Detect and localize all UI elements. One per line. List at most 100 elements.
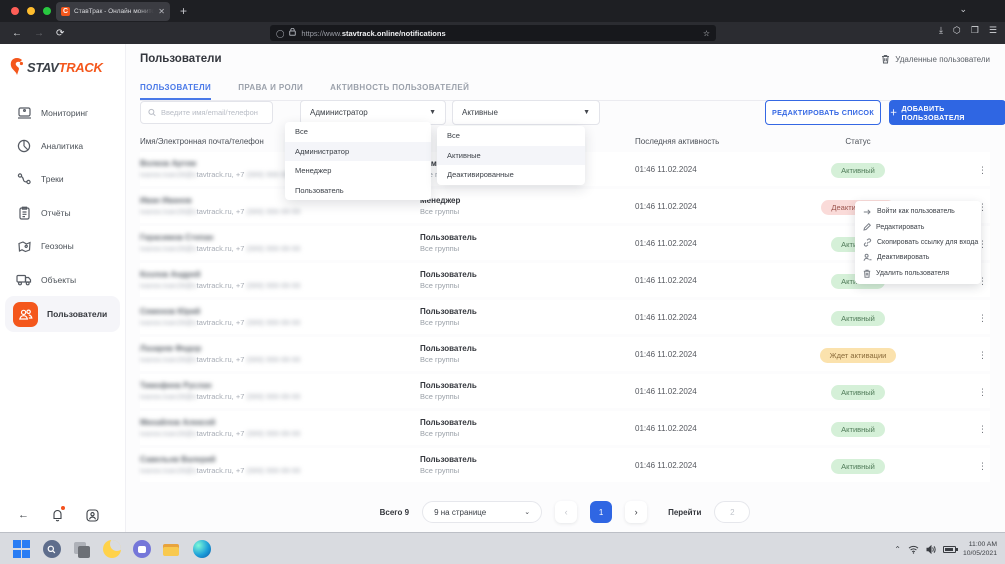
menu-hamburger-icon[interactable]: ☰ [989,25,997,36]
role-option[interactable]: Менеджер [285,161,431,181]
forward-icon[interactable]: → [34,28,44,39]
tab-3[interactable]: АКТИВНОСТЬ ПОЛЬЗОВАТЕЛЕЙ [330,78,469,100]
volume-icon[interactable] [926,545,936,554]
pencil-icon [863,223,871,231]
deactivate-user-icon [863,253,872,262]
last-activity: 01:46 11.02.2024 [635,276,810,285]
context-menu-item[interactable]: Удалить пользователя [855,266,981,281]
deleted-users-link[interactable]: Удаленные пользователи [881,54,990,64]
status-option[interactable]: Деактивированные [437,165,585,185]
tab-title: СтавТрак - Онлайн мониторинг [74,8,154,15]
status-option[interactable]: Все [437,126,585,146]
column-header-activity: Последняя активность [635,137,810,146]
user-groups: Все группы [420,355,635,364]
context-menu-item[interactable]: Войти как пользователь [855,204,981,219]
prev-page-button[interactable]: ‹ [555,501,577,523]
sidebar-item-2[interactable]: Аналитика [0,129,125,162]
status-badge: Активный [831,422,885,437]
file-explorer-icon[interactable] [162,540,181,559]
sidebar-item-3[interactable]: Треки [0,163,125,196]
row-kebab-menu-icon[interactable]: ⋮ [978,424,987,434]
search-input[interactable] [161,108,265,117]
taskbar-search-icon[interactable] [42,540,61,559]
row-kebab-menu-icon[interactable]: ⋮ [978,387,987,397]
minimize-window-button[interactable] [27,7,35,15]
downloads-icon[interactable]: ⤓ [939,25,943,36]
user-role: Пользователь [420,418,635,427]
row-kebab-menu-icon[interactable]: ⋮ [978,313,987,323]
next-page-button[interactable]: › [625,501,647,523]
collapse-sidebar-icon[interactable]: ← [18,509,29,521]
bookmark-star-icon[interactable]: ☆ [703,29,710,38]
extensions-icon[interactable]: ⬡ [953,25,961,36]
user-email-phone: ivanov.ivan26@stavtrack.ru, +7 (999) 999… [140,355,420,364]
sidebar-bottom-bar: ← [18,508,99,522]
last-activity: 01:46 11.02.2024 [635,461,810,470]
zoom-window-button[interactable] [43,7,51,15]
new-tab-button[interactable]: + [180,3,187,19]
notifications-bell-icon[interactable] [51,508,64,522]
back-icon[interactable]: ← [12,28,22,39]
battery-icon[interactable] [943,546,956,553]
context-menu-item[interactable]: Скопировать ссылку для входа [855,235,981,250]
edit-list-button[interactable]: РЕДАКТИРОВАТЬ СПИСОК [765,100,881,125]
firefox-nightly-icon[interactable] [102,540,121,559]
goto-page-label: Перейти [668,508,701,517]
user-name: Михайлов Алексей [140,418,420,427]
user-role: Пользователь [420,307,635,316]
per-page-select[interactable]: 9 на странице ⌄ [422,501,542,523]
row-kebab-menu-icon[interactable]: ⋮ [978,350,987,360]
sidebar-item-1[interactable]: Мониторинг [0,96,125,129]
sidebar-panel-icon[interactable]: ❐ [971,25,979,36]
add-user-button[interactable]: ＋ ДОБАВИТЬ ПОЛЬЗОВАТЕЛЯ [889,100,1005,125]
reload-icon[interactable]: ⟳ [56,28,64,39]
sidebar-item-4[interactable]: Отчёты [0,196,125,229]
tray-chevron-icon[interactable]: ⌃ [894,545,901,554]
sidebar-item-label: Мониторинг [41,108,88,118]
window-controls[interactable] [11,7,51,15]
row-kebab-menu-icon[interactable]: ⋮ [978,461,987,471]
windows-start-icon[interactable] [12,540,31,559]
browser-tab[interactable]: С СтавТрак - Онлайн мониторинг ✕ [56,2,170,21]
tab-close-icon[interactable]: ✕ [158,7,165,16]
user-name: Тимофеев Руслан [140,381,420,390]
edge-browser-icon[interactable] [192,540,211,559]
user-name: Савельев Валерий [140,455,420,464]
user-email-phone: ivanov.ivan26@stavtrack.ru, +7 (999) 999… [140,207,420,216]
site-favicon-icon: С [61,7,70,16]
sidebar-item-5[interactable]: Геозоны [0,230,125,263]
current-page-button[interactable]: 1 [590,501,612,523]
chat-teams-icon[interactable] [132,540,151,559]
role-option[interactable]: Пользователь [285,181,431,201]
clock[interactable]: 11:00 AM 10/05/2021 [963,540,997,558]
sidebar-item-7[interactable]: Пользователи [5,296,120,332]
analytics-icon [16,138,32,154]
status-filter-select[interactable]: Активные ▼ [452,100,600,125]
shield-icon[interactable]: ◯ [276,29,284,38]
task-view-icon[interactable] [72,540,91,559]
tab-1[interactable]: ПОЛЬЗОВАТЕЛИ [140,78,211,100]
context-menu-item[interactable]: Редактировать [855,219,981,234]
role-option[interactable]: Администратор [285,142,431,162]
last-activity: 01:46 11.02.2024 [635,239,810,248]
context-menu-item[interactable]: Деактивировать [855,250,981,265]
chevron-down-icon[interactable]: ⌄ [959,4,967,15]
role-option[interactable]: Все [285,122,431,142]
stavtrack-logo[interactable]: STAVTRACK [9,57,103,77]
status-option[interactable]: Активные [437,146,585,166]
profile-icon[interactable] [86,509,99,522]
sidebar-item-6[interactable]: Объекты [0,263,125,296]
url-bar[interactable]: ◯ https://www.stavtrack.online/notificat… [270,25,716,41]
tab-2[interactable]: ПРАВА И РОЛИ [238,78,303,100]
user-search-box[interactable] [140,101,273,124]
close-window-button[interactable] [11,7,19,15]
user-groups: Все группы [420,429,635,438]
goto-page-input[interactable] [714,501,750,523]
sidebar-item-label: Аналитика [41,141,83,151]
browser-titlebar: С СтавТрак - Онлайн мониторинг ✕ + ⌄ [0,0,1005,22]
table-row: Михайлов Алексейivanov.ivan26@stavtrack.… [140,411,990,445]
wifi-icon[interactable] [908,545,919,554]
lock-icon[interactable] [289,28,296,38]
row-kebab-menu-icon[interactable]: ⋮ [978,165,987,175]
user-role: Пользователь [420,233,635,242]
